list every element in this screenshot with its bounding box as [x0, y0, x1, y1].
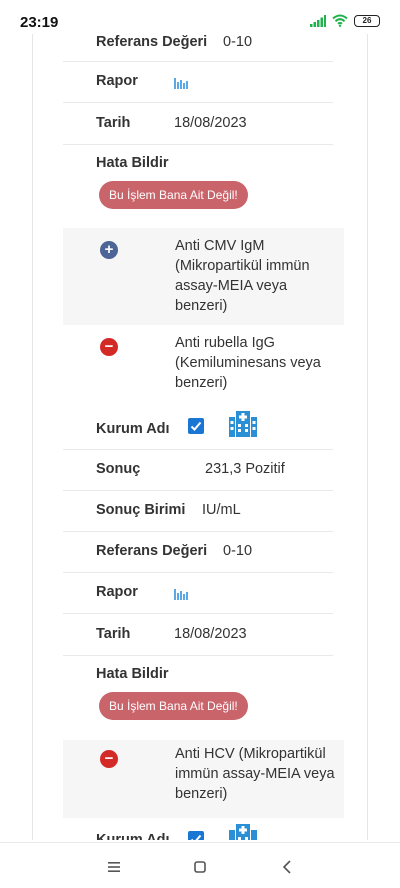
result-unit-label: Sonuç Birimi [96, 502, 186, 518]
minus-circle-icon[interactable]: − [100, 338, 118, 356]
system-nav-bar [0, 842, 400, 888]
hospital-building-icon[interactable] [229, 824, 257, 840]
test-name: Anti rubella IgG (Kemiluminesans veya be… [175, 335, 321, 391]
test-item[interactable]: − Anti HCV (Mikropartikül immün assay-ME… [63, 740, 344, 818]
report-error-label: Hata Bildir [96, 155, 169, 171]
status-icons: 26 [310, 14, 380, 27]
report-label: Rapor [96, 73, 138, 89]
status-bar: 23:19 26 [0, 0, 400, 34]
reference-value: 0-10 [223, 543, 253, 559]
wifi-icon [332, 14, 348, 27]
report-row: Rapor [63, 62, 333, 103]
result-unit-row: Sonuç Birimi IU/mL [63, 491, 333, 532]
minus-circle-icon[interactable]: − [100, 750, 118, 768]
date-label: Tarih [96, 626, 131, 642]
battery-icon: 26 [354, 14, 380, 27]
result-label: Sonuç [96, 461, 141, 477]
back-icon[interactable] [278, 857, 298, 877]
test-item[interactable]: − Anti rubella IgG (Kemiluminesans veya … [63, 329, 344, 398]
date-row: Tarih 18/08/2023 [63, 614, 333, 656]
reference-value-label: Referans Değeri [96, 543, 208, 559]
institution-label: Kurum Adı [96, 832, 170, 840]
test-name: Anti HCV (Mikropartikül immün assay-MEIA… [175, 746, 335, 802]
date-label: Tarih [96, 115, 131, 131]
result-row: Sonuç 231,3 Pozitif [63, 450, 333, 491]
status-time: 23:19 [20, 14, 59, 31]
report-error-label: Hata Bildir [96, 666, 169, 682]
test-name: Anti CMV IgM (Mikropartikül immün assay-… [175, 238, 310, 314]
bar-chart-icon[interactable] [174, 586, 189, 600]
signal-icon [310, 14, 326, 27]
reference-value-row: Referans Değeri 0-10 [63, 34, 333, 62]
home-icon[interactable] [190, 857, 210, 877]
results-page: Referans Değeri 0-10 Rapor Tarih 18/08/2… [32, 34, 368, 840]
institution-checkbox[interactable] [188, 831, 204, 840]
bar-chart-icon[interactable] [174, 75, 189, 89]
plus-circle-icon[interactable]: + [100, 241, 118, 259]
institution-row: Kurum Adı [63, 406, 333, 450]
reference-value-label: Referans Değeri [96, 34, 208, 50]
institution-label: Kurum Adı [96, 421, 170, 437]
institution-row: Kurum Adı [63, 824, 333, 840]
date-value: 18/08/2023 [174, 115, 247, 131]
menu-icon[interactable] [104, 857, 124, 877]
test-item[interactable]: + Anti CMV IgM (Mikropartikül immün assa… [63, 228, 344, 325]
institution-checkbox[interactable] [188, 418, 204, 434]
report-error-button[interactable]: Bu İşlem Bana Ait Değil! [99, 692, 248, 720]
reference-value: 0-10 [223, 34, 253, 50]
report-row: Rapor [63, 573, 333, 614]
report-label: Rapor [96, 584, 138, 600]
report-error-button[interactable]: Bu İşlem Bana Ait Değil! [99, 181, 248, 209]
hospital-building-icon[interactable] [229, 411, 257, 437]
reference-value-row: Referans Değeri 0-10 [63, 532, 333, 573]
result-value: 231,3 Pozitif [205, 461, 285, 477]
date-value: 18/08/2023 [174, 626, 247, 642]
result-unit-value: IU/mL [202, 502, 241, 518]
date-row: Tarih 18/08/2023 [63, 103, 333, 145]
